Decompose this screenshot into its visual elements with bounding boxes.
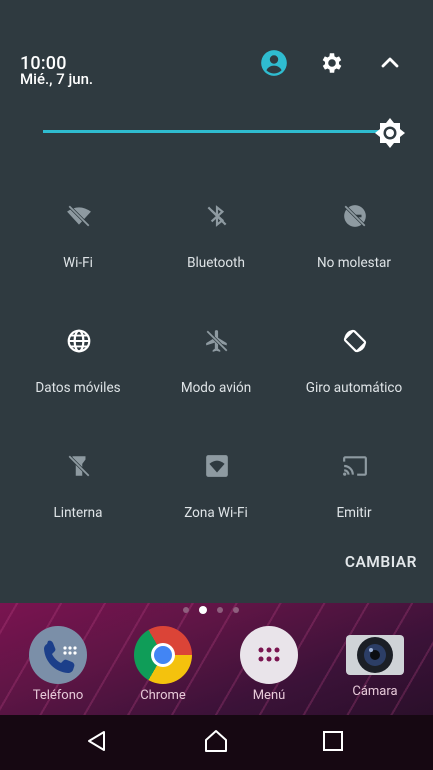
tile-label: Bluetooth — [187, 255, 245, 271]
camera-icon — [346, 635, 404, 675]
tile-label: No molestar — [317, 255, 391, 271]
chrome-icon — [134, 626, 192, 684]
hotspot-icon — [206, 455, 228, 477]
tile-label: Giro automático — [305, 380, 403, 396]
collapse-chevron-icon[interactable] — [375, 48, 405, 78]
tile-wifi[interactable]: Wi-Fi — [8, 203, 148, 293]
dock-app-camera[interactable]: Cámara — [335, 626, 415, 699]
page-indicator — [183, 603, 239, 617]
back-icon[interactable] — [84, 728, 110, 754]
airplane-off-icon — [206, 330, 228, 352]
dock-app-label: Chrome — [140, 688, 186, 703]
bluetooth-off-icon — [207, 205, 227, 227]
settings-icon[interactable] — [317, 48, 347, 78]
brightness-slider[interactable] — [43, 130, 383, 133]
phone-icon — [29, 626, 87, 684]
tile-mobile-data[interactable]: Datos móviles — [8, 328, 148, 418]
dock-app-label: Cámara — [352, 684, 398, 699]
flashlight-off-icon — [68, 455, 90, 477]
tile-cast[interactable]: Emitir — [284, 453, 424, 543]
globe-icon — [67, 329, 91, 353]
cast-icon — [343, 456, 367, 476]
dock-app-label: Menú — [252, 688, 286, 703]
tile-label: Modo avión — [180, 380, 252, 396]
tile-bluetooth[interactable]: Bluetooth — [146, 203, 286, 293]
account-icon[interactable] — [259, 48, 289, 78]
tile-label: Zona Wi-Fi — [184, 505, 248, 521]
auto-rotate-icon — [343, 329, 367, 353]
edit-tiles-button[interactable]: CAMBIAR — [345, 553, 417, 571]
brightness-thumb-icon[interactable] — [373, 116, 407, 150]
tile-label: Wi-Fi — [63, 255, 93, 271]
tile-airplane-mode[interactable]: Modo avión — [146, 328, 286, 418]
tile-label: Datos móviles — [35, 380, 121, 396]
tile-do-not-disturb[interactable]: No molestar — [284, 203, 424, 293]
home-icon[interactable] — [203, 728, 229, 754]
tile-label: Linterna — [53, 505, 103, 521]
date: Mié., 7 jun. — [20, 70, 94, 88]
tile-auto-rotate[interactable]: Giro automático — [284, 328, 424, 418]
app-menu-icon — [240, 626, 298, 684]
wifi-off-icon — [67, 205, 91, 227]
dock-app-label: Teléfono — [32, 688, 84, 703]
dock-app-phone[interactable]: Teléfono — [18, 626, 98, 703]
recents-icon[interactable] — [320, 728, 346, 754]
dock-app-menu[interactable]: Menú — [229, 626, 309, 703]
dock-app-chrome[interactable]: Chrome — [123, 626, 203, 703]
tile-flashlight[interactable]: Linterna — [8, 453, 148, 543]
tile-label: Emitir — [336, 505, 372, 521]
do-not-disturb-off-icon — [344, 205, 366, 227]
tile-hotspot[interactable]: Zona Wi-Fi — [146, 453, 286, 543]
